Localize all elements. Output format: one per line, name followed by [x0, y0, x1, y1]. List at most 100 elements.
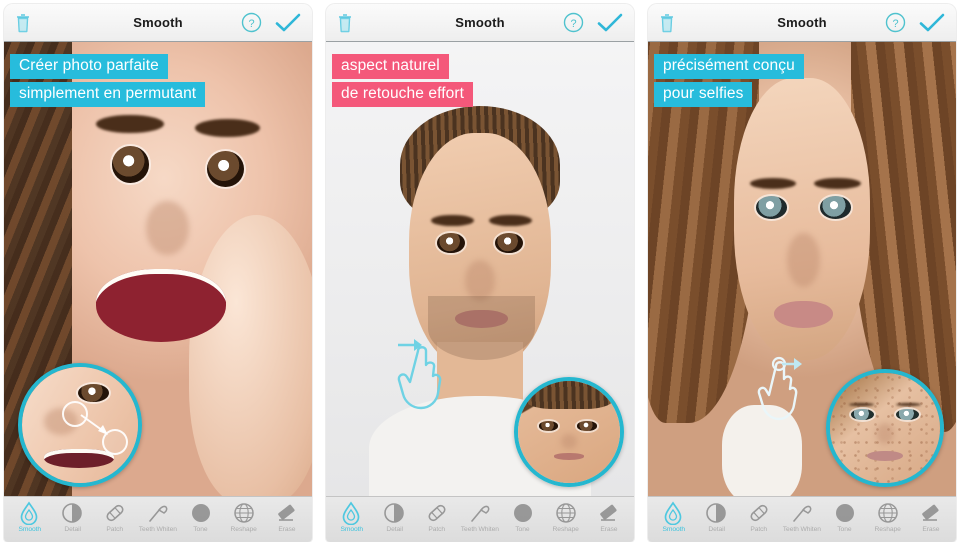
tool-label: Teeth Whiten [138, 526, 178, 533]
caption-line: aspect naturel [332, 54, 449, 79]
tool-smooth[interactable]: Smooth [8, 501, 51, 533]
smooth-preview-loupe [514, 377, 624, 487]
photo-stage[interactable]: aspect naturel de retouche effort [326, 42, 634, 496]
tool-label: Detail [385, 526, 403, 533]
tool-smooth[interactable]: Smooth [652, 501, 695, 533]
tool-label: Smooth [18, 526, 41, 533]
photo-stage[interactable]: précisément conçu pour selfies [648, 42, 956, 496]
svg-text:?: ? [248, 18, 254, 30]
caption-line: Créer photo parfaite [10, 54, 168, 79]
tool-label: Tone [515, 526, 530, 533]
tool-teeth-whiten[interactable]: Teeth Whiten [459, 501, 502, 533]
caption-group: Créer photo parfaite simplement en permu… [10, 54, 206, 107]
tool-patch[interactable]: Patch [416, 501, 459, 533]
eraser-icon [599, 504, 617, 521]
tool-toolbar[interactable]: Smooth Detail Patch Teeth Whiten Tone Re… [326, 496, 634, 542]
mesh-globe-icon [555, 503, 576, 523]
tool-reshape[interactable]: Reshape [544, 501, 587, 533]
tool-label: Detail [63, 526, 81, 533]
tool-label: Erase [600, 526, 618, 533]
tool-reshape[interactable]: Reshape [222, 501, 265, 533]
eraser-icon [277, 504, 295, 521]
tool-label: Erase [922, 526, 940, 533]
tool-erase[interactable]: Erase [909, 501, 952, 533]
tool-toolbar[interactable]: Smooth Detail Patch Teeth Whiten Tone Re… [4, 496, 312, 542]
panel-two: Smooth ? aspect naturel de retouche effo… [326, 4, 634, 542]
tool-label: Teeth Whiten [460, 526, 500, 533]
droplet-icon [665, 501, 682, 525]
tool-label: Reshape [230, 526, 257, 533]
mesh-globe-icon [877, 503, 898, 523]
help-icon[interactable]: ? [563, 12, 597, 33]
tool-label: Detail [707, 526, 725, 533]
tool-label: Patch [428, 526, 446, 533]
tool-label: Smooth [340, 526, 363, 533]
caption-line: simplement en permutant [10, 81, 206, 107]
screenshot-gallery: Smooth ? Créer photo parfaite simplement… [0, 0, 960, 542]
trash-icon[interactable] [659, 13, 675, 33]
tool-label: Tone [837, 526, 852, 533]
tool-label: Smooth [662, 526, 685, 533]
tool-tone[interactable]: Tone [179, 501, 222, 533]
tool-label: Patch [750, 526, 768, 533]
bandage-icon [750, 504, 768, 522]
tool-teeth-whiten[interactable]: Teeth Whiten [137, 501, 180, 533]
tool-detail[interactable]: Detail [51, 501, 94, 533]
toothbrush-icon [471, 505, 490, 522]
app-header: Smooth ? [4, 4, 312, 42]
trash-icon[interactable] [337, 13, 353, 33]
tool-detail[interactable]: Detail [373, 501, 416, 533]
tool-toolbar[interactable]: Smooth Detail Patch Teeth Whiten Tone Re… [648, 496, 956, 542]
contrast-icon [706, 503, 727, 523]
circle-icon [191, 504, 210, 522]
tool-reshape[interactable]: Reshape [866, 501, 909, 533]
tool-smooth[interactable]: Smooth [330, 501, 373, 533]
photo-stage[interactable]: Créer photo parfaite simplement en permu… [4, 42, 312, 496]
trash-icon[interactable] [15, 13, 31, 33]
tool-detail[interactable]: Detail [695, 501, 738, 533]
toothbrush-icon [793, 505, 812, 522]
tool-label: Teeth Whiten [782, 526, 822, 533]
tool-tone[interactable]: Tone [501, 501, 544, 533]
tool-label: Patch [106, 526, 124, 533]
caption-line: de retouche effort [332, 81, 474, 107]
loupe-image [518, 381, 620, 483]
hand-pointer-icon [757, 356, 802, 421]
toothbrush-icon [149, 505, 168, 522]
tool-erase[interactable]: Erase [587, 501, 630, 533]
caption-group: aspect naturel de retouche effort [332, 54, 474, 107]
panel-three: Smooth ? précisément conçu pour selfies … [648, 4, 956, 542]
tool-patch[interactable]: Patch [94, 501, 137, 533]
circle-icon [835, 504, 854, 522]
tool-erase[interactable]: Erase [265, 501, 308, 533]
panel-one: Smooth ? Créer photo parfaite simplement… [4, 4, 312, 542]
caption-line: précisément conçu [654, 54, 804, 79]
tool-tone[interactable]: Tone [823, 501, 866, 533]
droplet-icon [343, 501, 360, 525]
tool-label: Reshape [552, 526, 579, 533]
blemish-preview-loupe [826, 369, 944, 487]
circle-icon [513, 504, 532, 522]
contrast-icon [62, 503, 83, 523]
app-header: Smooth ? [648, 4, 956, 42]
tool-teeth-whiten[interactable]: Teeth Whiten [781, 501, 824, 533]
help-icon[interactable]: ? [885, 12, 919, 33]
help-icon[interactable]: ? [241, 12, 275, 33]
mesh-globe-icon [233, 503, 254, 523]
checkmark-icon[interactable] [275, 13, 301, 33]
loupe-image [830, 373, 940, 483]
app-header: Smooth ? [326, 4, 634, 42]
tool-patch[interactable]: Patch [738, 501, 781, 533]
contrast-icon [384, 503, 405, 523]
tool-label: Tone [193, 526, 208, 533]
checkmark-icon[interactable] [919, 13, 945, 33]
tool-label: Erase [278, 526, 296, 533]
droplet-icon [21, 501, 38, 525]
clone-arrow-icon [80, 414, 108, 435]
caption-group: précisément conçu pour selfies [654, 54, 804, 107]
svg-text:?: ? [892, 18, 898, 30]
bandage-icon [106, 504, 124, 522]
bandage-icon [428, 504, 446, 522]
checkmark-icon[interactable] [597, 13, 623, 33]
hand-pointer-icon [397, 339, 442, 410]
